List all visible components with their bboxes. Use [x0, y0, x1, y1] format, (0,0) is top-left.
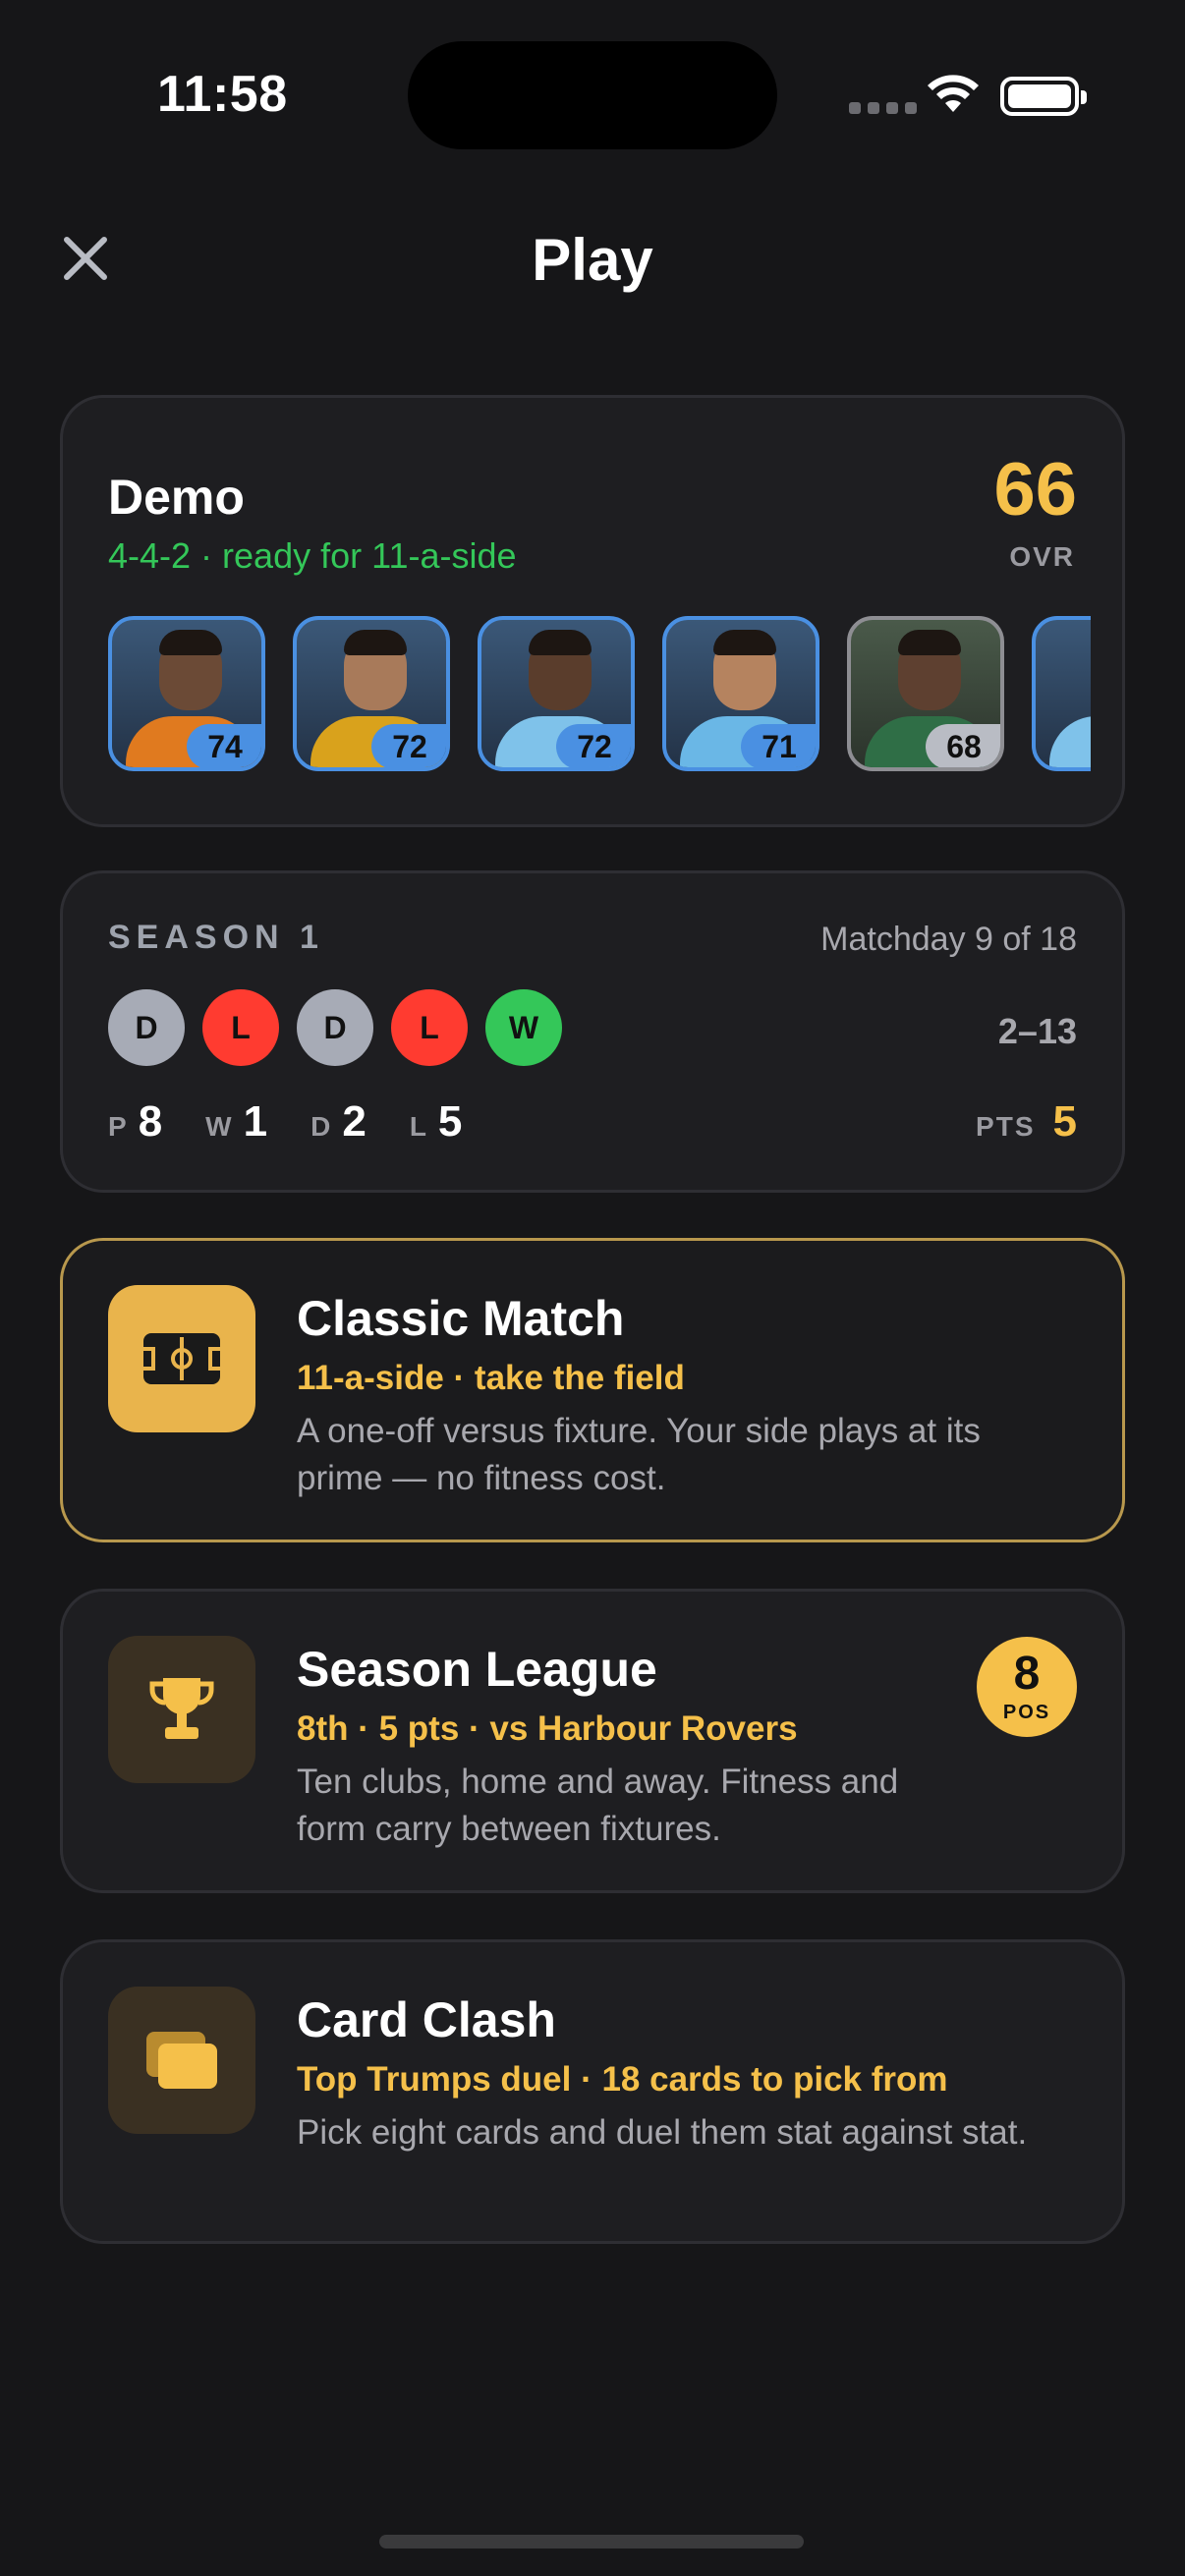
mode-description: Pick eight cards and duel them stat agai…: [297, 2113, 1028, 2152]
player-card[interactable]: 74: [108, 616, 265, 771]
trophy-icon: [108, 1636, 255, 1783]
mode-title: Season League: [297, 1642, 657, 1697]
mode-subtitle: Top Trumps duel · 18 cards to pick from: [297, 2060, 948, 2099]
team-ovr-value: 66: [993, 448, 1077, 532]
mode-description: A one-off versus fixture. Your side play…: [297, 1412, 981, 1497]
mode-title: Card Clash: [297, 1992, 556, 2047]
stat-drawn: D2: [310, 1097, 367, 1146]
player-strip[interactable]: 74 72 72 71 68: [108, 616, 1091, 783]
stat-lost: L5: [409, 1097, 463, 1146]
stat-played: P8: [108, 1097, 163, 1146]
mode-subtitle: 11-a-side · take the field: [297, 1359, 685, 1397]
classic-match-card[interactable]: Classic Match 11-a-side · take the field…: [60, 1238, 1125, 1542]
play-screen: 11:58 Play Demo 4-4-2 · ready for 11-a-s…: [0, 0, 1185, 2576]
season-label: SEASON 1: [108, 919, 324, 956]
player-rating: 72: [556, 724, 631, 767]
player-card-partial[interactable]: [1032, 616, 1091, 771]
season-points: PTS 5: [976, 1097, 1077, 1146]
battery-icon: [1000, 77, 1087, 116]
form-result-pill: D: [108, 989, 185, 1066]
form-result-pill: L: [202, 989, 279, 1066]
team-formation: 4-4-2 · ready for 11-a-side: [108, 535, 517, 576]
form-result-pill: W: [485, 989, 562, 1066]
season-league-card[interactable]: Season League 8th · 5 pts · vs Harbour R…: [60, 1589, 1125, 1893]
player-card[interactable]: 71: [662, 616, 819, 771]
goal-record: 2–13: [997, 1011, 1077, 1051]
stat-won: W1: [205, 1097, 268, 1146]
form-guide: D L D L W: [108, 989, 562, 1066]
cellular-signal-icon: [849, 102, 917, 114]
cards-icon: [108, 1987, 255, 2134]
player-rating: 68: [926, 724, 1000, 767]
player-rating: 72: [371, 724, 446, 767]
page-title: Play: [532, 227, 653, 293]
league-position-badge: 8 POS: [977, 1637, 1077, 1737]
form-result-pill: D: [297, 989, 373, 1066]
mode-title: Classic Match: [297, 1291, 625, 1346]
player-rating: 74: [187, 724, 261, 767]
team-name: Demo: [108, 470, 245, 525]
player-card[interactable]: 72: [293, 616, 450, 771]
card-clash-card[interactable]: Card Clash Top Trumps duel · 18 cards to…: [60, 1939, 1125, 2244]
season-summary-card[interactable]: SEASON 1 Matchday 9 of 18 D L D L W 2–13…: [60, 870, 1125, 1193]
team-ovr-label: OVR: [1009, 541, 1075, 572]
team-summary-card[interactable]: Demo 4-4-2 · ready for 11-a-side 66 OVR …: [60, 395, 1125, 827]
dynamic-island: [408, 41, 777, 149]
season-stats: P8 W1 D2 L5: [108, 1097, 462, 1147]
wifi-icon: [928, 75, 979, 112]
matchday-text: Matchday 9 of 18: [820, 921, 1077, 958]
mode-description: Ten clubs, home and away. Fitness and fo…: [297, 1763, 899, 1848]
status-time: 11:58: [157, 66, 288, 123]
mode-subtitle: 8th · 5 pts · vs Harbour Rovers: [297, 1709, 798, 1748]
home-indicator[interactable]: [379, 2535, 804, 2548]
player-rating: 71: [741, 724, 816, 767]
player-card[interactable]: 68: [847, 616, 1004, 771]
player-card[interactable]: 72: [478, 616, 635, 771]
pitch-icon: [108, 1285, 255, 1432]
form-result-pill: L: [391, 989, 468, 1066]
